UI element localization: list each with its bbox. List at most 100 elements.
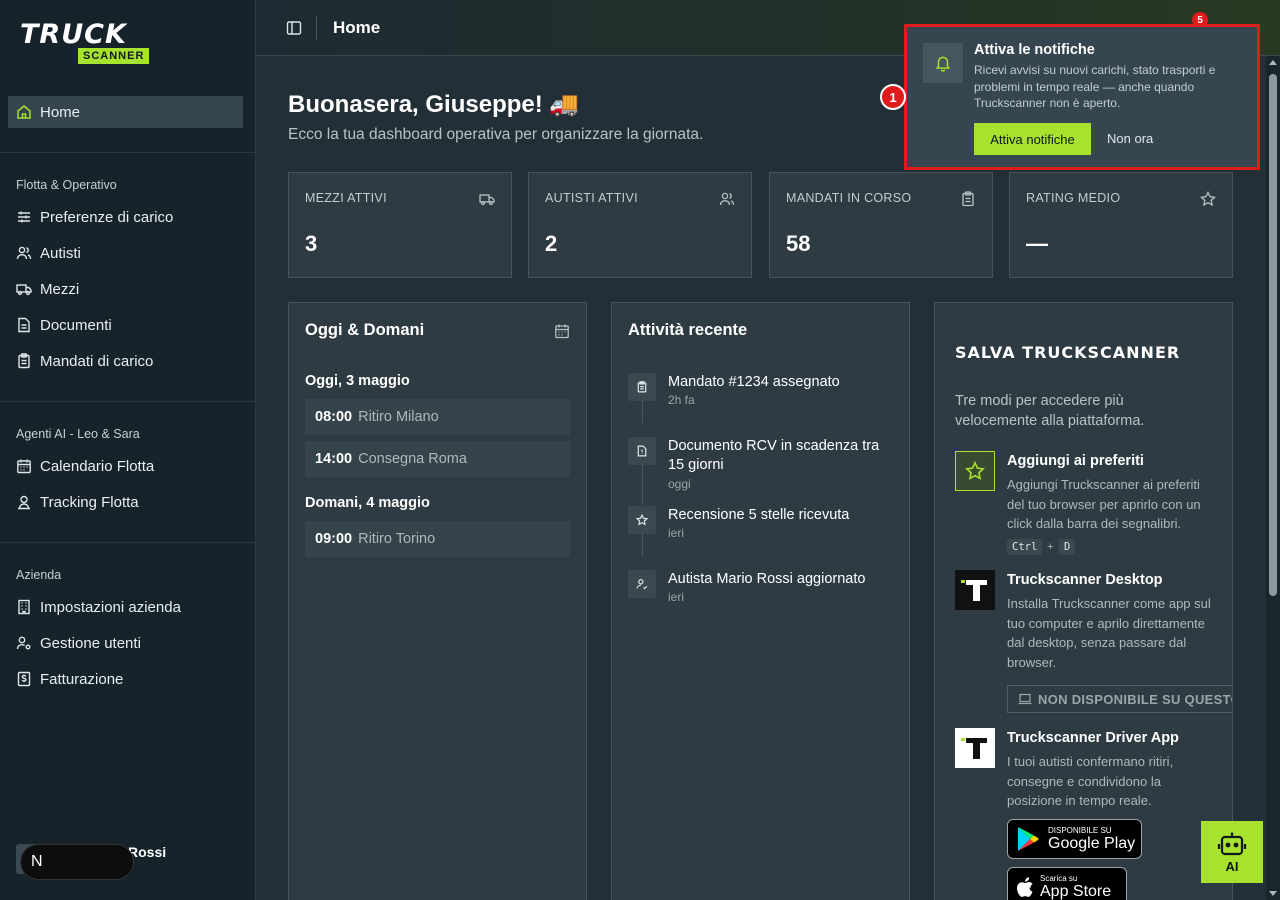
truck-icon — [16, 281, 32, 297]
schedule-card: Oggi & Domani Oggi, 3 maggio 08:00 Ritir… — [288, 302, 587, 900]
truckscanner-logo[interactable]: TRUCK SCANNER — [20, 21, 170, 66]
activity-title-text: Documento RCV in scadenza tra 15 giorni — [668, 438, 880, 473]
app-store-badge[interactable]: Scarica su App Store — [1007, 867, 1127, 900]
calendar-icon — [16, 458, 32, 474]
sidebar-item-home[interactable]: Home — [8, 96, 243, 128]
activity-item[interactable]: Autista Mario Rossi aggiornato ieri — [628, 570, 898, 610]
sidebar-item-label: Calendario Flotta — [40, 457, 155, 475]
sidebar-item-billing[interactable]: Fatturazione — [8, 663, 243, 695]
laptop-icon — [1018, 693, 1032, 705]
truck-icon — [479, 191, 495, 207]
sidebar-item-label: Mezzi — [40, 280, 80, 298]
stat-value: 58 — [786, 231, 811, 256]
driver-app-icon — [955, 728, 995, 768]
user-location-icon — [16, 494, 32, 510]
sidebar-item-label: Documenti — [40, 316, 112, 334]
sidebar-item-fleet-calendar[interactable]: Calendario Flotta — [8, 450, 243, 482]
today-heading: Oggi, 3 maggio — [305, 373, 410, 389]
activity-item[interactable]: Documento RCV in scadenza tra 15 giorni … — [628, 437, 898, 493]
activity-title-text: Mandato #1234 assegnato — [668, 374, 840, 390]
bell-icon — [923, 43, 963, 83]
star-icon — [1200, 191, 1216, 207]
scroll-down-arrow[interactable] — [1269, 891, 1277, 896]
greeting-subtitle: Ecco la tua dashboard operativa per orga… — [288, 126, 704, 143]
scroll-up-arrow[interactable] — [1269, 60, 1277, 65]
users-icon — [719, 191, 735, 207]
page-title: Home — [333, 18, 381, 37]
sidebar-item-load-preferences[interactable]: Preferenze di carico — [8, 201, 243, 233]
activity-title: Attività recente — [628, 321, 748, 339]
kbd-d: D — [1059, 539, 1076, 555]
stat-label: AUTISTI ATTIVI — [545, 191, 638, 205]
activity-item[interactable]: Mandato #1234 assegnato 2h fa — [628, 373, 898, 413]
calendar-icon[interactable] — [554, 323, 570, 339]
schedule-slot[interactable]: 14:00 Consegna Roma — [305, 441, 570, 477]
sidebar-item-user-management[interactable]: Gestione utenti — [8, 627, 243, 659]
sidebar-item-label: Gestione utenti — [40, 634, 141, 652]
activity-title-text: Autista Mario Rossi aggiornato — [668, 571, 866, 587]
stat-card-active-vehicles[interactable]: MEZZI ATTIVI 3 — [288, 172, 512, 278]
activity-time: oggi — [668, 477, 691, 491]
kbd-ctrl: Ctrl — [1007, 539, 1043, 555]
driver-app-desc: I tuoi autisti confermano ritiri, conseg… — [1007, 754, 1174, 808]
google-play-badge[interactable]: DISPONIBILE SU Google Play — [1007, 819, 1142, 859]
apple-icon — [1016, 876, 1034, 898]
robot-icon — [1217, 831, 1247, 857]
stat-value: 2 — [545, 231, 558, 256]
greeting-heading: Buonasera, Giuseppe! 🚚 — [288, 91, 580, 118]
slot-desc: Consegna Roma — [358, 451, 467, 467]
sidebar-item-documents[interactable]: Documenti — [8, 309, 243, 341]
schedule-slot[interactable]: 09:00 Ritiro Torino — [305, 521, 570, 557]
topbar-divider — [316, 16, 317, 40]
notification-desc: Ricevi avvisi su nuovi carichi, stato tr… — [974, 63, 1216, 110]
scroll-thumb[interactable] — [1269, 74, 1277, 596]
page-scrollbar[interactable] — [1266, 56, 1280, 900]
users-icon — [16, 245, 32, 261]
home-icon — [16, 104, 32, 120]
google-play-large-text: Google Play — [1048, 835, 1136, 852]
driver-app-title: Truckscanner Driver App — [1007, 730, 1179, 746]
sidebar-item-drivers[interactable]: Autisti — [8, 237, 243, 269]
schedule-slot[interactable]: 08:00 Ritiro Milano — [305, 399, 570, 435]
desktop-unavailable-button[interactable]: NON DISPONIBILE SU QUESTO — [1007, 685, 1233, 713]
sidebar-toggle-icon[interactable] — [286, 20, 302, 36]
save-title: SALVA TRUCKSCANNER — [955, 343, 1181, 362]
enable-notifications-button[interactable]: Attiva notifiche — [974, 123, 1091, 155]
user-gear-icon — [16, 635, 32, 651]
bookmark-option-title: Aggiungi ai preferiti — [1007, 453, 1144, 469]
stat-value: — — [1026, 231, 1048, 256]
not-now-button[interactable]: Non ora — [1107, 131, 1153, 146]
clipboard-icon — [16, 353, 32, 369]
sidebar-item-label: Mandati di carico — [40, 352, 154, 370]
ai-assistant-button[interactable]: AI — [1201, 821, 1263, 883]
sidebar-item-label: Impostazioni azienda — [40, 598, 181, 616]
stat-card-active-drivers[interactable]: AUTISTI ATTIVI 2 — [528, 172, 752, 278]
dev-tools-pill[interactable]: N — [20, 844, 134, 880]
sidebar-item-company-settings[interactable]: Impostazioni azienda — [8, 591, 243, 623]
activity-item[interactable]: Recensione 5 stelle ricevuta ieri — [628, 506, 898, 546]
stat-card-mandates-in-progress[interactable]: MANDATI IN CORSO 58 — [769, 172, 993, 278]
enable-notifications-popover: Attiva le notifiche Ricevi avvisi su nuo… — [904, 24, 1260, 170]
app-store-large-text: App Store — [1040, 883, 1112, 900]
user-name: Rossi — [128, 844, 167, 860]
star-icon — [955, 451, 995, 491]
sidebar-item-load-mandates[interactable]: Mandati di carico — [8, 345, 243, 377]
slot-time: 09:00 — [315, 531, 353, 547]
ai-button-label: AI — [1225, 858, 1239, 874]
sidebar-item-label: Tracking Flotta — [40, 493, 139, 511]
sidebar-item-label: Autisti — [40, 244, 81, 262]
sidebar-divider — [0, 152, 256, 153]
desktop-unavailable-label: NON DISPONIBILE SU QUESTO — [1038, 691, 1233, 707]
sidebar-item-vehicles[interactable]: Mezzi — [8, 273, 243, 305]
user-check-icon — [628, 570, 656, 598]
stat-card-average-rating[interactable]: RATING MEDIO — — [1009, 172, 1233, 278]
slot-time: 08:00 — [315, 409, 353, 425]
app-store-small-text: Scarica su — [1040, 874, 1078, 883]
slot-desc: Ritiro Torino — [358, 531, 436, 547]
sidebar-item-fleet-tracking[interactable]: Tracking Flotta — [8, 486, 243, 518]
google-play-icon — [1016, 826, 1040, 852]
activity-time: ieri — [668, 526, 685, 540]
logo-bottom-text: SCANNER — [78, 48, 150, 64]
stat-label: RATING MEDIO — [1026, 191, 1121, 205]
clipboard-icon — [960, 191, 976, 207]
